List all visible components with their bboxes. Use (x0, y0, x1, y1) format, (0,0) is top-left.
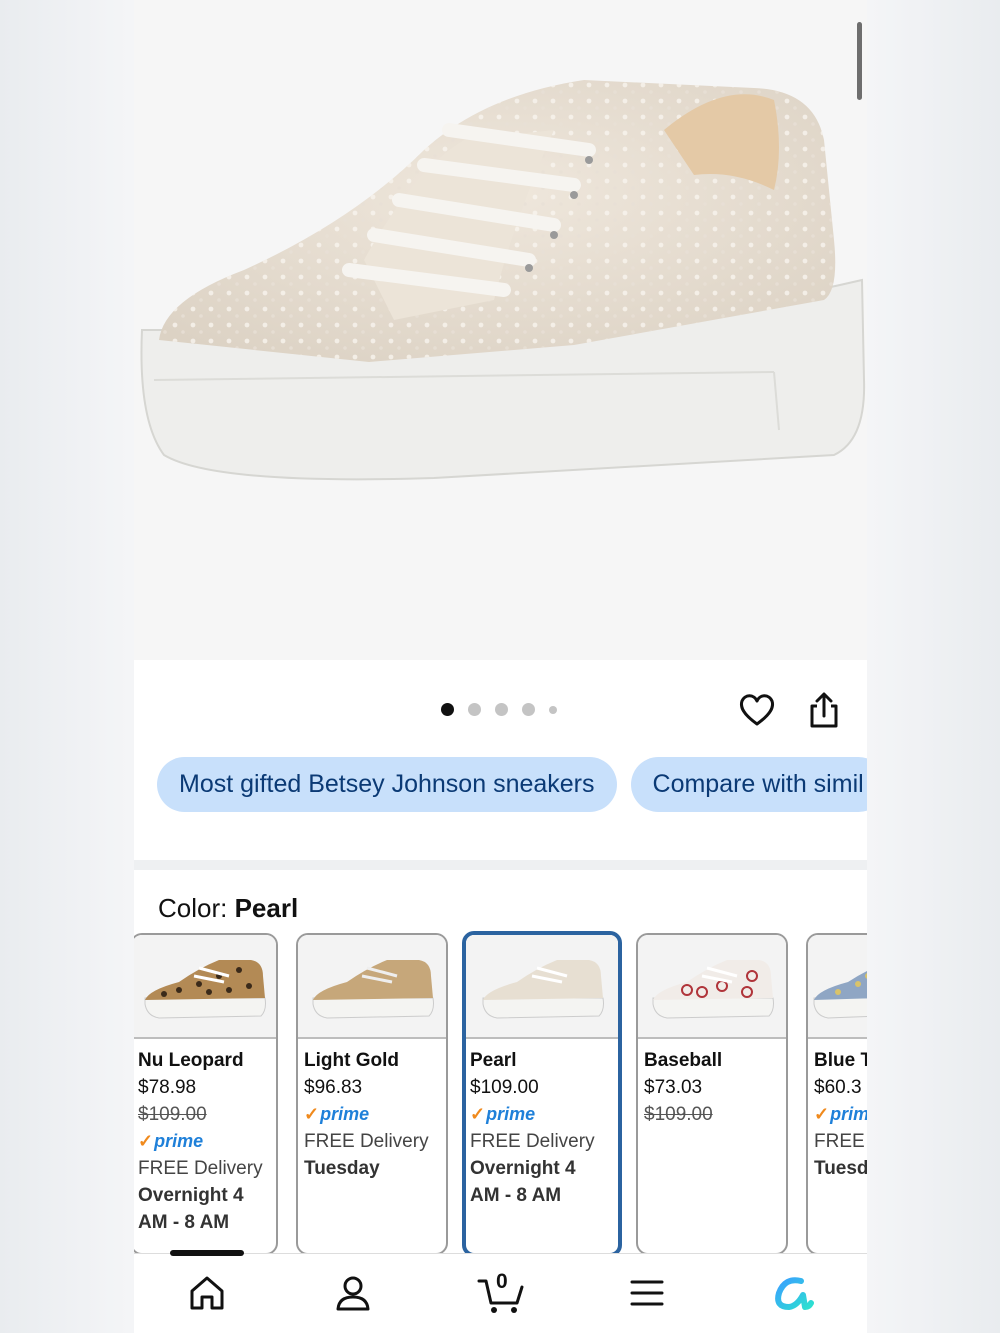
prime-label: prim (830, 1104, 867, 1124)
swatch-thumb (466, 935, 618, 1039)
swatch-info: Blue T $60.3 ✓prim FREE Tuesd (808, 1039, 867, 1182)
carousel-dot-1[interactable] (441, 703, 454, 716)
prime-badge: ✓prime (470, 1101, 618, 1128)
favorite-button[interactable] (737, 690, 777, 730)
swatch-delivery: FREE Delivery (470, 1131, 595, 1152)
prime-check-icon: ✓ (304, 1104, 320, 1124)
swatch-delivery-time: Tuesday (304, 1158, 380, 1179)
swatch-thumb (638, 935, 786, 1039)
swatch-name: Light Gold (304, 1050, 399, 1071)
swatch-list-price: $109.00 (644, 1104, 713, 1125)
swatch-delivery-time: Overnight 4 (138, 1185, 244, 1206)
phone-screen: Most gifted Betsey Johnson sneakers Comp… (134, 0, 867, 1333)
swatch-thumb (134, 935, 276, 1039)
color-label: Color: Pearl (158, 893, 298, 924)
color-label-prefix: Color: (158, 893, 235, 923)
cart-count: 0 (496, 1270, 508, 1293)
share-button[interactable] (804, 690, 844, 730)
prime-badge: ✓prime (138, 1128, 276, 1155)
swatch-info: Pearl $109.00 ✓prime FREE Delivery Overn… (466, 1039, 618, 1209)
suggestion-chips: Most gifted Betsey Johnson sneakers Comp… (157, 757, 867, 812)
nav-cart[interactable]: 0 (476, 1268, 526, 1318)
swatch-delivery-time-2: AM - 8 AM (470, 1185, 562, 1206)
swatch-name: Baseball (644, 1050, 723, 1071)
prime-label: prime (154, 1131, 204, 1151)
swatch-thumb (808, 935, 867, 1039)
carousel-dot-4[interactable] (522, 703, 535, 716)
nav-account[interactable] (328, 1268, 378, 1318)
swatch-delivery: FREE Delivery (304, 1131, 429, 1152)
nav-home[interactable] (182, 1268, 232, 1318)
account-icon (336, 1276, 370, 1311)
scroll-indicator[interactable] (857, 22, 862, 100)
shoe-thumb-icon (312, 960, 434, 1019)
nav-menu[interactable] (622, 1268, 672, 1318)
swatch-delivery-time-2: AM - 8 AM (138, 1212, 230, 1233)
nav-active-indicator (170, 1250, 244, 1256)
swatch-list-price: $109.00 (138, 1104, 207, 1125)
prime-label: prime (320, 1104, 370, 1124)
shoe-thumb-icon (652, 960, 774, 1019)
swatch-name: Nu Leopard (138, 1050, 244, 1071)
carousel-dot-2[interactable] (468, 703, 481, 716)
chip-most-gifted[interactable]: Most gifted Betsey Johnson sneakers (157, 757, 617, 812)
swatch-delivery-time: Tuesd (814, 1158, 867, 1179)
carousel-dot-5[interactable] (549, 705, 557, 714)
swatch-price: $73.03 (644, 1077, 703, 1098)
nav-assistant[interactable] (768, 1268, 818, 1318)
prime-check-icon: ✓ (814, 1104, 830, 1124)
swatch-price: $78.98 (138, 1077, 197, 1098)
color-swatch-list: Nu Leopard $78.98 $109.00 ✓prime FREE De… (134, 931, 867, 1257)
home-icon (190, 1276, 224, 1310)
swatch-card-blue[interactable]: Blue T $60.3 ✓prim FREE Tuesd (806, 933, 867, 1255)
swatch-price: $96.83 (304, 1077, 363, 1098)
swatch-delivery-time: Overnight 4 (470, 1158, 576, 1179)
swatch-card-pearl[interactable]: Pearl $109.00 ✓prime FREE Delivery Overn… (462, 931, 622, 1257)
swatch-card-light-gold[interactable]: Light Gold $96.83 ✓prime FREE Delivery T… (296, 933, 448, 1255)
carousel-dot-3[interactable] (495, 703, 508, 716)
swatch-name: Blue T (814, 1050, 867, 1071)
bottom-nav: 0 (134, 1250, 867, 1333)
carousel-dots[interactable] (441, 703, 557, 716)
swatch-name: Pearl (470, 1050, 517, 1071)
swatch-info: Baseball $73.03 $109.00 (638, 1039, 786, 1128)
prime-check-icon: ✓ (470, 1104, 486, 1124)
shoe-thumb-icon (813, 970, 867, 1019)
swatch-card-nu-leopard[interactable]: Nu Leopard $78.98 $109.00 ✓prime FREE De… (134, 933, 278, 1255)
menu-icon (630, 1280, 664, 1306)
swatch-price: $60.3 (814, 1077, 862, 1098)
chip-compare[interactable]: Compare with simil (630, 757, 867, 812)
heart-icon (739, 694, 775, 726)
swatch-price: $109.00 (470, 1077, 539, 1098)
prime-badge: ✓prim (814, 1101, 867, 1128)
assistant-icon (775, 1277, 814, 1310)
section-divider (134, 860, 867, 870)
swatch-info: Light Gold $96.83 ✓prime FREE Delivery T… (298, 1039, 446, 1182)
prime-label: prime (486, 1104, 536, 1124)
swatch-delivery: FREE Delivery (138, 1158, 263, 1179)
shoe-thumb-icon (144, 960, 266, 1019)
sneaker-illustration (140, 80, 866, 481)
share-icon (810, 692, 838, 728)
shoe-thumb-icon (482, 960, 604, 1019)
prime-check-icon: ✓ (138, 1131, 154, 1151)
swatch-card-baseball[interactable]: Baseball $73.03 $109.00 (636, 933, 788, 1255)
color-value: Pearl (234, 893, 299, 923)
prime-badge: ✓prime (304, 1101, 446, 1128)
swatch-delivery: FREE (814, 1131, 865, 1152)
product-image[interactable] (134, 0, 867, 660)
swatch-thumb (298, 935, 446, 1039)
swatch-info: Nu Leopard $78.98 $109.00 ✓prime FREE De… (134, 1039, 276, 1236)
